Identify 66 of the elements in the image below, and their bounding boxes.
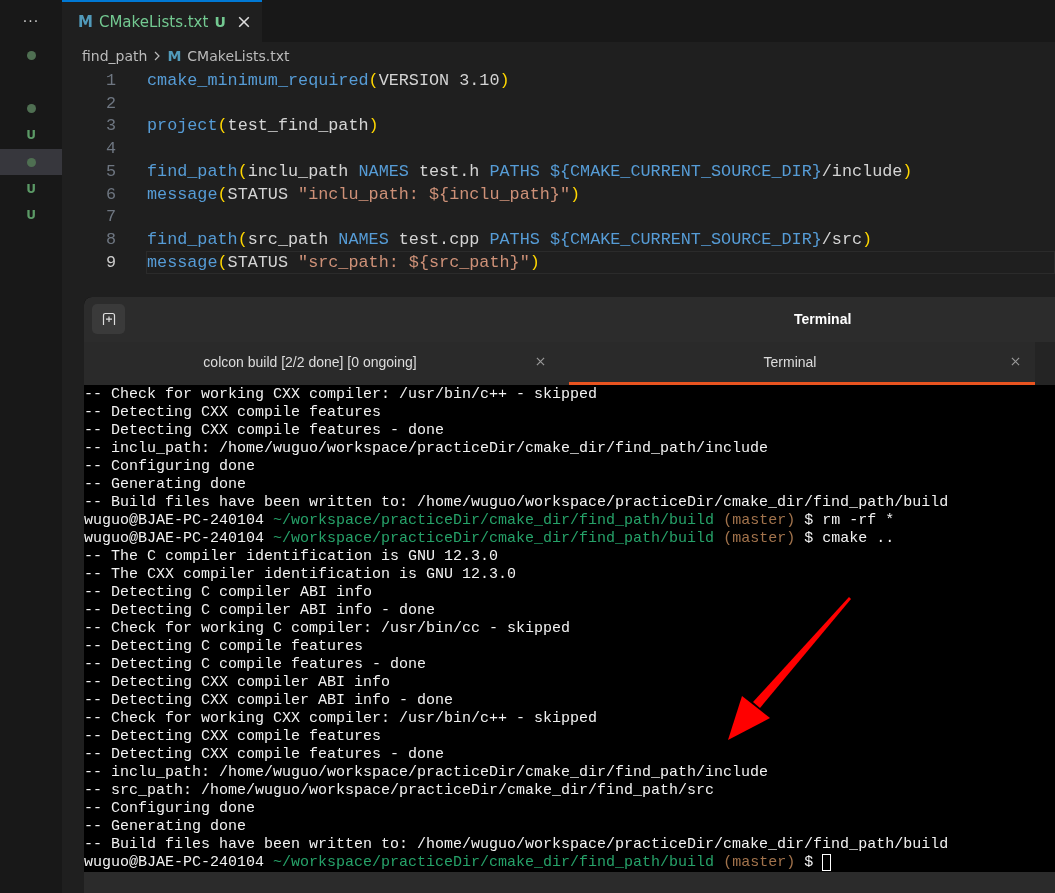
close-icon[interactable] [536, 357, 545, 367]
terminal-line: -- Build files have been written to: /home/wuguo/workspace/practiceDir/cmake_dir/find_path/build [84, 835, 949, 854]
chevron-right-icon [153, 50, 162, 61]
breadcrumb-item[interactable]: find_path [82, 47, 148, 64]
status-dot-icon [26, 104, 36, 114]
terminal-line: -- Check for working C compiler: /usr/bin/cc - skipped [84, 619, 571, 638]
terminal-prompt: wuguo@BJAE-PC-240104 ~/workspace/practiceDir/cmake_dir/find_path/build (master) $ [84, 853, 814, 872]
code-line: find_path(inclu_path NAMES test.h PATHS ${CMAKE_CURRENT_SOURCE_DIR}/include) [146, 160, 914, 183]
terminal-line: -- Detecting CXX compile features - done [84, 421, 445, 440]
terminal-line: -- Configuring done [84, 457, 256, 476]
line-number: 5 [104, 161, 117, 181]
status-dot-icon [26, 50, 36, 60]
file-type-icon: M [78, 13, 93, 31]
terminal-line: -- Detecting CXX compile features - done [84, 745, 445, 764]
terminal-line: -- inclu_path: /home/wuguo/workspace/practiceDir/cmake_dir/find_path/include [84, 763, 769, 782]
untracked-status: U [26, 128, 36, 143]
line-number: 9 [104, 252, 117, 272]
line-number: 8 [104, 230, 117, 250]
terminal-line: -- Detecting CXX compile features [84, 727, 382, 746]
editor-tab[interactable]: M CMakeLists.txt U [62, 0, 262, 42]
terminal-line: -- inclu_path: /home/wuguo/workspace/practiceDir/cmake_dir/find_path/include [84, 439, 769, 458]
terminal-line: -- Build files have been written to: /home/wuguo/workspace/practiceDir/cmake_dir/find_path/build [84, 493, 949, 512]
terminal-line: -- Detecting CXX compile features [84, 403, 382, 422]
file-type-icon: M [167, 47, 182, 64]
sidebar-row[interactable]: U [0, 122, 62, 149]
more-actions-icon[interactable]: ··· [22, 14, 40, 28]
new-tab-button[interactable] [92, 304, 125, 335]
code-line: project(test_find_path) [146, 115, 380, 138]
terminal-line: -- The C compiler identification is GNU 12.3.0 [84, 547, 499, 566]
code-line: cmake_minimum_required(VERSION 3.10) [146, 69, 511, 92]
terminal-prompt: wuguo@BJAE-PC-240104 ~/workspace/practiceDir/cmake_dir/find_path/build (master) $ cmake .. [84, 529, 895, 548]
line-number: 4 [104, 139, 117, 159]
line-number: 3 [104, 116, 117, 136]
terminal-line: -- Detecting CXX compiler ABI info - done [84, 691, 454, 710]
tab-title: CMakeLists.txt [98, 13, 209, 31]
terminal-line: -- Detecting C compile features - done [84, 655, 427, 674]
line-number: 6 [104, 184, 117, 204]
code-line: message(STATUS "inclu_path: ${inclu_path}") [146, 183, 582, 206]
line-number: 1 [104, 70, 117, 90]
terminal-line: -- Generating done [84, 817, 247, 836]
terminal-line: -- Configuring done [84, 799, 256, 818]
untracked-status: U [26, 208, 36, 223]
terminal-prompt: wuguo@BJAE-PC-240104 ~/workspace/practiceDir/cmake_dir/find_path/build (master) $ rm -rf * [84, 511, 895, 530]
terminal-line: -- Detecting C compiler ABI info [84, 583, 373, 602]
line-number: 7 [104, 207, 117, 227]
terminal-line: -- Detecting C compile features [84, 637, 364, 656]
untracked-status: U [26, 181, 36, 196]
sidebar-row[interactable]: U [0, 202, 62, 229]
new-tab-icon [101, 312, 116, 327]
terminal-line: -- src_path: /home/wuguo/workspace/practiceDir/cmake_dir/find_path/src [84, 781, 715, 800]
terminal-line: -- Check for working CXX compiler: /usr/bin/c++ - skipped [84, 385, 598, 404]
line-number: 2 [104, 93, 117, 113]
window-title: Terminal [794, 311, 852, 328]
terminal-tab[interactable]: Terminal [569, 341, 1035, 385]
terminal-line: -- Generating done [84, 475, 247, 494]
git-status: U [214, 14, 226, 30]
terminal-line: -- Detecting CXX compiler ABI info [84, 673, 391, 692]
code-line: find_path(src_path NAMES test.cpp PATHS ${CMAKE_CURRENT_SOURCE_DIR}/src) [146, 229, 874, 251]
sidebar-row[interactable] [0, 148, 62, 176]
breadcrumb-item[interactable]: CMakeLists.txt [187, 47, 290, 64]
status-dot-icon [26, 157, 36, 167]
sidebar-row[interactable]: U [0, 175, 62, 203]
terminal-line: -- Detecting C compiler ABI info - done [84, 601, 436, 620]
terminal-line: -- The CXX compiler identification is GNU 12.3.0 [84, 565, 517, 584]
terminal-line: -- Check for working CXX compiler: /usr/bin/c++ - skipped [84, 709, 598, 728]
terminal-tab[interactable]: colcon build [2/2 done] [0 ongoing] [84, 341, 569, 385]
